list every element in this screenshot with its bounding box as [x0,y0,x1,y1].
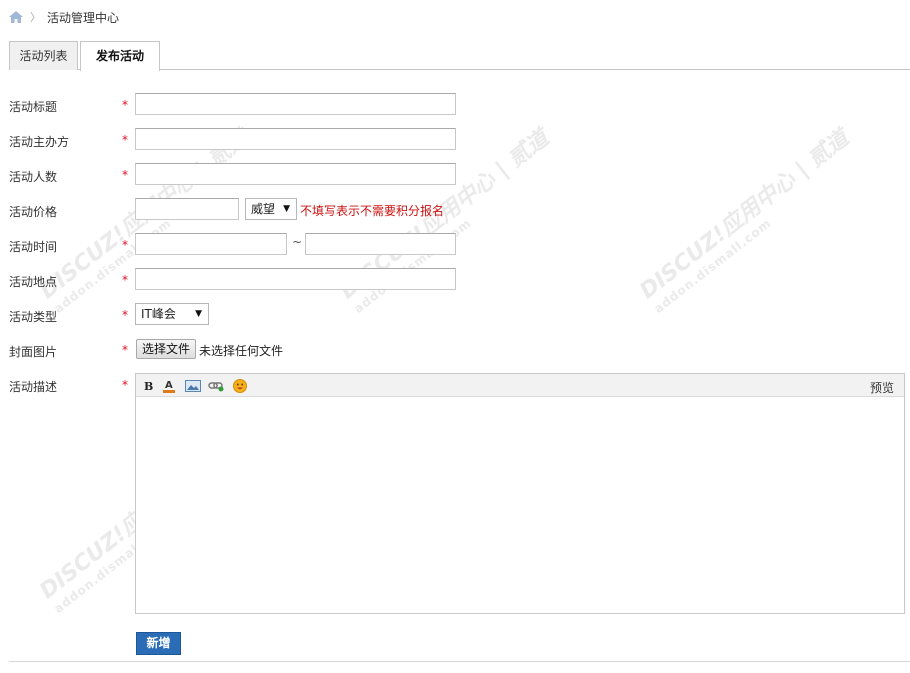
breadcrumb-separator: 〉 [30,11,41,24]
svg-text:A: A [165,380,173,391]
preview-button[interactable]: 预览 [870,379,894,396]
required-mark: * [122,168,128,182]
add-button[interactable]: 新增 [136,632,181,655]
required-mark: * [122,133,128,147]
breadcrumb: 〉 活动管理中心 [9,9,119,25]
image-icon[interactable] [185,379,201,393]
svg-text:B: B [144,380,153,392]
time-label: 活动时间 [9,240,58,254]
price-hint: 不填写表示不需要积分报名 [300,204,445,218]
breadcrumb-current[interactable]: 活动管理中心 [47,9,119,26]
activity-type-select[interactable]: IT峰会 ▼ [135,303,209,325]
bold-icon[interactable]: B [142,379,154,393]
required-mark: * [122,238,128,252]
watermark: DISCUZ!应用中心 | 贰道addon.dismall.com [635,125,854,316]
link-icon[interactable] [208,379,224,393]
attendees-label: 活动人数 [9,170,58,184]
attendees-input[interactable] [135,163,456,185]
bottom-divider [9,661,910,662]
choose-file-button[interactable]: 选择文件 [136,339,197,359]
location-label: 活动地点 [9,275,58,289]
font-color-icon[interactable]: A [162,379,176,393]
editor-content-area[interactable] [136,397,904,614]
required-mark: * [122,343,128,357]
start-time-input[interactable] [135,233,287,255]
time-separator: ~ [292,235,303,249]
price-label: 活动价格 [9,205,58,219]
tab-publish-activity[interactable]: 发布活动 [80,41,160,71]
type-label: 活动类型 [9,310,58,324]
description-editor: B A 预览 [135,373,905,614]
emoji-icon[interactable] [233,379,247,393]
editor-toolbar: B A 预览 [136,374,904,397]
dropdown-arrow-icon: ▼ [195,309,202,319]
title-label: 活动标题 [9,100,58,114]
dropdown-arrow-icon: ▼ [283,204,290,214]
currency-select[interactable]: 威望 ▼ [245,198,297,220]
cover-label: 封面图片 [9,345,58,359]
activity-type-value: IT峰会 [141,307,176,321]
file-status: 未选择任何文件 [199,344,284,358]
required-mark: * [122,378,128,392]
tab-bar: 活动列表 发布活动 [9,41,910,71]
price-input[interactable] [135,198,239,220]
location-input[interactable] [135,268,456,290]
organizer-label: 活动主办方 [9,135,70,149]
required-mark: * [122,308,128,322]
currency-select-value: 威望 [251,202,276,216]
end-time-input[interactable] [305,233,456,255]
title-input[interactable] [135,93,456,115]
required-mark: * [122,98,128,112]
required-mark: * [122,273,128,287]
home-icon[interactable] [9,11,23,23]
description-label: 活动描述 [9,380,58,394]
organizer-input[interactable] [135,128,456,150]
tab-activity-list[interactable]: 活动列表 [9,41,78,70]
